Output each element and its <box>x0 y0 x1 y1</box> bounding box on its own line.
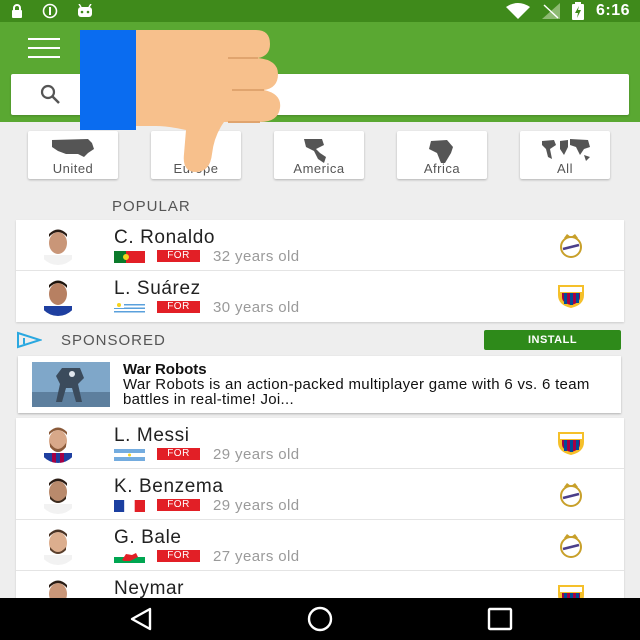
position-badge: FOR <box>157 301 200 313</box>
players-list: L. Messi FOR 29 years old K. Benzema FOR… <box>16 418 624 622</box>
region-label: Africa <box>423 161 461 176</box>
argentina-flag <box>114 449 145 461</box>
real-madrid-crest <box>560 234 582 258</box>
popular-players-list: C. Ronaldo FOR 32 years old L. Suárez FO… <box>16 220 624 322</box>
status-left-icons <box>10 3 94 19</box>
france-flag <box>114 500 145 512</box>
back-icon[interactable] <box>126 606 156 632</box>
player-name: L. Suárez <box>114 278 201 299</box>
status-time: 6:16 <box>595 2 630 19</box>
player-age: 32 years old <box>213 248 300 265</box>
status-bar: 6:16 <box>0 0 640 22</box>
real-madrid-crest <box>560 483 582 507</box>
search-icon[interactable] <box>39 83 61 105</box>
world-map-icon <box>542 139 590 161</box>
player-row[interactable]: L. Suárez FOR 30 years old <box>16 271 624 322</box>
player-avatar <box>38 525 78 565</box>
player-row[interactable]: K. Benzema FOR 29 years old <box>16 469 624 520</box>
position-badge: FOR <box>157 550 200 562</box>
region-filters: United Europe America Africa All <box>0 128 640 182</box>
install-button[interactable]: INSTALL <box>484 330 621 350</box>
portugal-flag <box>114 251 145 263</box>
ad-thumbnail-image <box>32 362 110 407</box>
player-avatar <box>38 276 78 316</box>
battery-charging-icon <box>571 2 584 20</box>
player-row[interactable]: G. Bale FOR 27 years old <box>16 520 624 571</box>
player-name: L. Messi <box>114 425 190 446</box>
region-label: United <box>52 161 94 176</box>
player-avatar <box>38 474 78 514</box>
uruguay-flag <box>114 302 145 314</box>
player-avatar <box>38 225 78 265</box>
thumbs-down-icon <box>136 30 281 172</box>
sponsored-label: SPONSORED <box>61 332 166 349</box>
home-icon[interactable] <box>305 606 335 632</box>
region-label: All <box>557 161 573 176</box>
player-name: K. Benzema <box>114 476 224 497</box>
player-row[interactable]: L. Messi FOR 29 years old <box>16 418 624 469</box>
no-signal-icon <box>541 3 560 19</box>
android-icon <box>78 4 92 17</box>
ad-card[interactable]: War Robots War Robots is an action-packe… <box>18 356 621 413</box>
player-age: 29 years old <box>213 446 300 463</box>
fc-barcelona-crest <box>558 285 584 308</box>
position-badge: FOR <box>157 250 200 262</box>
player-name: C. Ronaldo <box>114 227 216 248</box>
hamburger-menu-icon[interactable] <box>28 38 60 58</box>
lock-icon <box>12 4 22 18</box>
player-age: 29 years old <box>213 497 300 514</box>
position-badge: FOR <box>157 448 200 460</box>
usa-map-icon <box>52 139 94 157</box>
section-title-popular: POPULAR <box>112 198 191 215</box>
player-avatar <box>38 423 78 463</box>
region-all[interactable]: All <box>520 131 610 179</box>
sponsored-header: SPONSORED INSTALL <box>0 328 640 352</box>
ad-network-icon <box>17 331 42 349</box>
fc-barcelona-crest <box>558 432 584 455</box>
info-icon <box>42 3 58 19</box>
wales-flag <box>114 551 145 563</box>
player-name: G. Bale <box>114 527 182 548</box>
wifi-icon <box>505 3 530 19</box>
player-row[interactable]: C. Ronaldo FOR 32 years old <box>16 220 624 271</box>
recents-icon[interactable] <box>485 606 515 632</box>
system-nav-bar <box>0 598 640 640</box>
player-name: Neymar <box>114 578 185 599</box>
player-age: 30 years old <box>213 299 300 316</box>
region-united[interactable]: United <box>28 131 118 179</box>
position-badge: FOR <box>157 499 200 511</box>
region-africa[interactable]: Africa <box>397 131 487 179</box>
player-age: 27 years old <box>213 548 300 565</box>
real-madrid-crest <box>560 534 582 558</box>
ad-description: War Robots is an action-packed multiplay… <box>123 376 590 408</box>
status-right-icons: 6:16 <box>505 2 630 20</box>
